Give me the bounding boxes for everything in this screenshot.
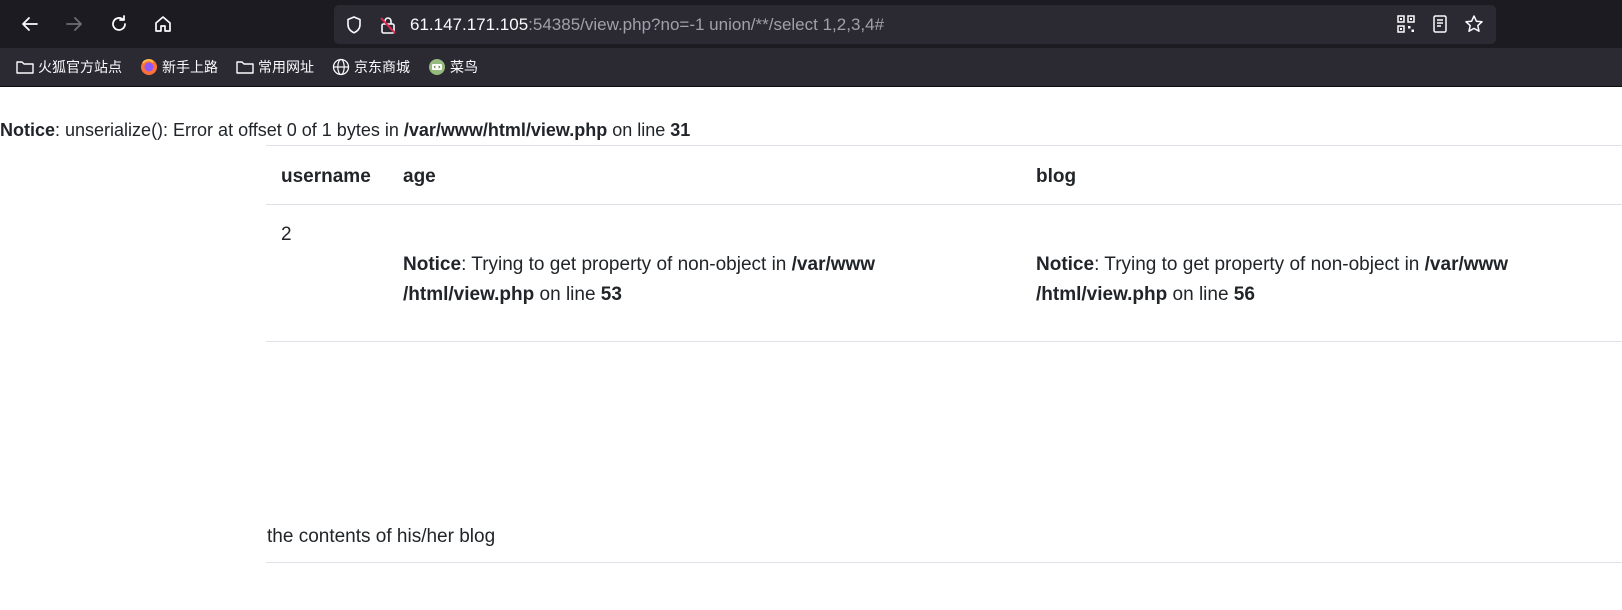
notice-path: /html/view.php: [403, 284, 535, 305]
home-icon: [155, 16, 171, 32]
notice-on-line: on line: [1167, 284, 1234, 305]
firefox-icon: [141, 59, 157, 75]
notice-path: /var/www/html/view.php: [403, 120, 608, 140]
table-header-age: age: [403, 166, 436, 187]
blog-divider: [266, 562, 1622, 563]
globe-icon: [332, 58, 350, 76]
table-bottom-border: [266, 341, 1622, 342]
forward-arrow-icon: [66, 17, 82, 31]
insecure-lock-icon[interactable]: [378, 15, 398, 35]
url-path: :54385/view.php?no=-1 union/**/select 1,…: [528, 15, 885, 34]
bookmark-star-icon[interactable]: [1464, 14, 1484, 34]
runoob-icon: [429, 59, 445, 75]
reader-view-icon[interactable]: [1430, 14, 1450, 34]
notice-message: : Trying to get property of non-object i…: [461, 254, 792, 275]
notice-line-number: 53: [600, 284, 622, 305]
notice-line-number: 31: [670, 120, 691, 140]
folder-icon: [16, 61, 34, 74]
notice-message: : unserialize(): Error at offset 0 of 1 …: [55, 120, 404, 140]
table-cell-age-notice: Notice: Trying to get property of non-ob…: [403, 250, 1003, 310]
bookmark-item-firefox-official[interactable]: 火狐官方站点: [16, 57, 122, 77]
browser-toolbar: 61.147.171.105:54385/view.php?no=-1 unio…: [0, 0, 1622, 48]
bookmark-label: 菜鸟: [450, 60, 478, 76]
notice-path: /var/www: [1424, 254, 1509, 275]
tracking-protection-shield-icon[interactable]: [344, 15, 364, 35]
bookmark-item-jd[interactable]: 京东商城: [332, 57, 410, 77]
bookmark-item-runoob[interactable]: 菜鸟: [428, 57, 478, 77]
home-button[interactable]: [145, 6, 181, 42]
notice-line-number: 56: [1233, 284, 1255, 305]
back-arrow-icon: [22, 17, 38, 31]
bookmark-label: 常用网址: [258, 60, 314, 76]
table-header-username: username: [281, 166, 371, 187]
bookmark-label: 火狐官方站点: [38, 60, 122, 76]
table-header-divider: [266, 204, 1622, 205]
notice-path: /var/www: [791, 254, 876, 275]
reload-icon: [112, 15, 126, 31]
notice-label: Notice: [403, 254, 462, 275]
notice-message: : Trying to get property of non-object i…: [1094, 254, 1425, 275]
url-text[interactable]: 61.147.171.105:54385/view.php?no=-1 unio…: [410, 15, 884, 35]
back-button[interactable]: [12, 6, 48, 42]
table-cell-blog-notice: Notice: Trying to get property of non-ob…: [1036, 250, 1596, 310]
reload-button[interactable]: [101, 6, 137, 42]
notice-path: /html/view.php: [1036, 284, 1168, 305]
bookmark-item-getting-started[interactable]: 新手上路: [140, 57, 218, 77]
bookmark-item-common-sites[interactable]: 常用网址: [236, 57, 314, 77]
bookmarks-toolbar: 火狐官方站点 新手上路 常用网址 京东商城 菜鸟: [0, 48, 1622, 87]
table-cell-username: 2: [281, 224, 292, 245]
table-top-border: [266, 145, 1622, 146]
address-bar[interactable]: 61.147.171.105:54385/view.php?no=-1 unio…: [334, 5, 1496, 44]
folder-icon: [236, 61, 254, 74]
notice-on-line: on line: [534, 284, 601, 305]
bookmark-label: 京东商城: [354, 60, 410, 76]
blog-contents-text: the contents of his/her blog: [267, 526, 496, 547]
notice-label: Notice: [0, 120, 56, 140]
notice-on-line: on line: [607, 120, 671, 140]
php-notice-unserialize: Notice: unserialize(): Error at offset 0…: [0, 120, 690, 141]
bookmark-label: 新手上路: [162, 60, 218, 76]
qr-code-icon[interactable]: [1396, 14, 1416, 34]
url-host: 61.147.171.105: [410, 15, 529, 34]
notice-label: Notice: [1036, 254, 1095, 275]
page-content: Notice: unserialize(): Error at offset 0…: [0, 87, 1622, 610]
table-header-blog: blog: [1036, 166, 1077, 187]
forward-button[interactable]: [56, 6, 92, 42]
